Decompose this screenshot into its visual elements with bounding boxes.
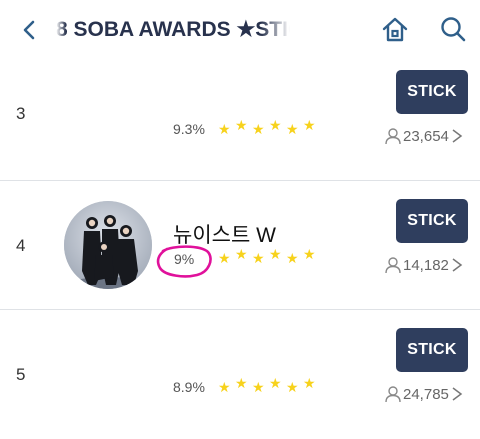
star-icon: ★ [269,375,282,391]
ranking-row-5[interactable]: 5 8.9% ★ ★ ★ ★ ★ ★ STICK 24,785 [0,310,480,438]
stick-button[interactable]: STICK [396,70,468,114]
star-icon: ★ [303,375,316,391]
group-photo [64,201,152,289]
star-icon: ★ [286,379,299,395]
vote-count[interactable]: 23,654 [384,126,463,146]
star-icon: ★ [235,117,248,133]
vote-percent: 8.9% [173,379,205,395]
chevron-right-icon [452,129,463,143]
star-icon: ★ [286,250,299,266]
home-icon[interactable] [380,14,410,44]
page-title: 8 SOBA AWARDS ★STICK [56,18,290,41]
chevron-left-icon[interactable] [16,17,42,43]
star-icon: ★ [303,246,316,262]
star-icon: ★ [269,117,282,133]
rank-number: 4 [16,236,26,255]
star-icon: ★ [303,117,316,133]
vote-count[interactable]: 24,785 [384,384,463,404]
search-icon[interactable] [438,14,468,44]
rating-stars: ★ ★ ★ ★ ★ ★ [218,246,318,266]
rank-number: 5 [16,365,26,384]
image-placeholder [78,104,122,112]
chevron-right-icon [452,387,463,401]
vote-count-value: 23,654 [403,127,449,145]
user-icon [385,257,401,274]
user-icon [385,128,401,145]
star-icon: ★ [235,375,248,391]
star-icon: ★ [218,379,231,395]
star-icon: ★ [252,250,265,266]
star-icon: ★ [269,246,282,262]
vote-count[interactable]: 14,182 [384,255,463,275]
rating-stars: ★ ★ ★ ★ ★ ★ [218,375,318,395]
vote-count-value: 14,182 [403,256,449,274]
vote-percent: 9.3% [173,121,205,137]
vote-count-value: 24,785 [403,385,449,403]
star-icon: ★ [218,121,231,137]
chevron-right-icon [452,258,463,272]
star-icon: ★ [286,121,299,137]
star-icon: ★ [252,379,265,395]
star-icon: ★ [252,121,265,137]
stick-button[interactable]: STICK [396,328,468,372]
ranking-row-3[interactable]: 3 9.3% ★ ★ ★ ★ ★ ★ STICK 23,654 [0,52,480,180]
vote-percent: 9% [174,251,195,267]
rank-number: 3 [16,104,26,123]
star-icon: ★ [235,246,248,262]
user-icon [385,386,401,403]
ranking-row-4[interactable]: 4 뉴이스트 W 9% ★ ★ ★ ★ ★ ★ STICK 14,182 [0,181,480,309]
star-icon: ★ [218,250,231,266]
stick-button[interactable]: STICK [396,199,468,243]
rating-stars: ★ ★ ★ ★ ★ ★ [218,117,318,137]
